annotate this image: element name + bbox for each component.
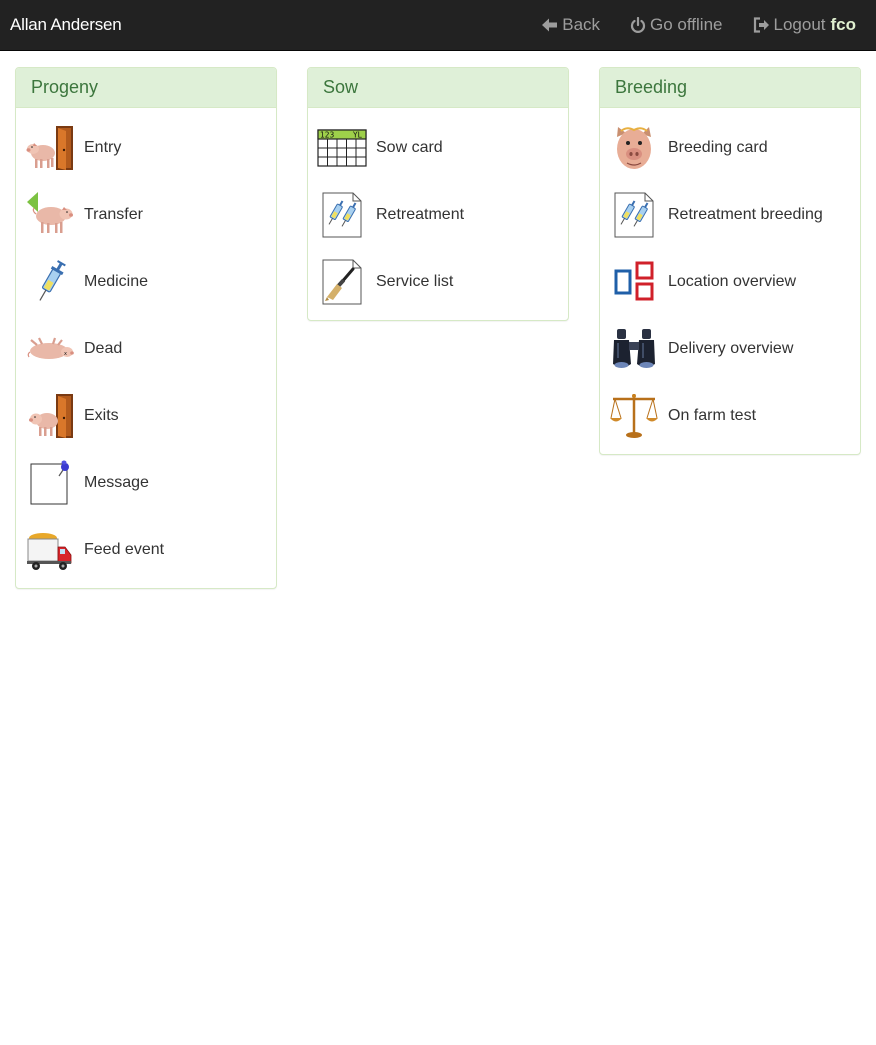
svg-text:123: 123: [320, 130, 335, 139]
menu-item-label: Medicine: [84, 272, 149, 290]
menu-item-label: Dead: [84, 339, 123, 357]
go-offline-label: Go offline: [650, 15, 723, 34]
menu-item-service-list[interactable]: Service list: [308, 248, 568, 315]
syringe-document-icon: [609, 190, 659, 240]
location-boxes-icon: [609, 257, 659, 307]
pig-face-icon: [609, 123, 659, 173]
menu-item-label: Transfer: [84, 205, 143, 223]
menu-item-label: Exits: [84, 406, 119, 424]
progeny-panel: Progeny Entry Transfer Medicine x Dead E…: [15, 67, 277, 589]
brush-document-icon: [317, 257, 367, 307]
menu-item-sow-card[interactable]: 123 YL Sow card: [308, 114, 568, 181]
menu-item-feed-event[interactable]: Feed event: [16, 516, 276, 583]
menu-item-label: Breeding card: [668, 138, 768, 156]
feed-truck-icon: [25, 525, 75, 575]
menu-item-medicine[interactable]: Medicine: [16, 248, 276, 315]
arrow-left-icon: [542, 18, 558, 32]
binoculars-icon: [609, 324, 659, 374]
pig-arrow-icon: [25, 190, 75, 240]
menu-item-label: Service list: [376, 272, 454, 290]
note-pin-icon: [25, 458, 75, 508]
pig-door-icon: [25, 123, 75, 173]
sow-panel-title: Sow: [308, 68, 568, 108]
sow-panel: Sow 123 YL Sow card Retreatment Service …: [307, 67, 569, 321]
menu-item-label: Feed event: [84, 540, 165, 558]
menu-item-message[interactable]: Message: [16, 449, 276, 516]
menu-item-label: Location overview: [668, 272, 797, 290]
svg-text:YL: YL: [352, 130, 363, 139]
breeding-panel: Breeding Breeding card Retreatment breed…: [599, 67, 861, 455]
logged-in-username: fco: [830, 15, 857, 34]
menu-item-retreatment-breeding[interactable]: Retreatment breeding: [600, 181, 860, 248]
menu-item-label: Entry: [84, 138, 122, 156]
menu-item-label: Retreatment breeding: [668, 205, 823, 223]
svg-text:x: x: [64, 351, 67, 357]
menu-item-entry[interactable]: Entry: [16, 114, 276, 181]
power-icon: [630, 16, 646, 33]
brand-name[interactable]: Allan Andersen: [10, 15, 122, 35]
top-navbar: Allan Andersen Back Go offline Logout fc…: [0, 0, 876, 51]
menu-item-exits[interactable]: Exits: [16, 382, 276, 449]
logout-icon: [753, 17, 769, 33]
menu-item-on-farm-test[interactable]: On farm test: [600, 382, 860, 449]
navbar-actions: Back Go offline Logout fco: [511, 0, 856, 50]
back-label: Back: [562, 15, 601, 34]
menu-item-delivery-overview[interactable]: Delivery overview: [600, 315, 860, 382]
menu-item-label: Sow card: [376, 138, 443, 156]
go-offline-button[interactable]: Go offline: [630, 15, 723, 35]
menu-item-dead[interactable]: x Dead: [16, 315, 276, 382]
calendar-card-icon: 123 YL: [317, 123, 367, 173]
syringe-icon: [25, 257, 75, 307]
scales-icon: [609, 391, 659, 441]
menu-item-retreatment[interactable]: Retreatment: [308, 181, 568, 248]
menu-item-breeding-card[interactable]: Breeding card: [600, 114, 860, 181]
pig-door-icon: [25, 391, 75, 441]
menu-item-location-overview[interactable]: Location overview: [600, 248, 860, 315]
logout-label: Logout: [773, 15, 826, 34]
back-button[interactable]: Back: [541, 15, 600, 35]
menu-item-label: Retreatment: [376, 205, 465, 223]
menu-item-label: Message: [84, 473, 149, 491]
menu-item-label: Delivery overview: [668, 339, 794, 357]
progeny-panel-title: Progeny: [16, 68, 276, 108]
syringe-document-icon: [317, 190, 367, 240]
dead-pig-icon: x: [25, 324, 75, 374]
breeding-panel-title: Breeding: [600, 68, 860, 108]
logout-button[interactable]: Logout fco: [753, 15, 857, 35]
menu-item-label: On farm test: [668, 406, 757, 424]
menu-item-transfer[interactable]: Transfer: [16, 181, 276, 248]
